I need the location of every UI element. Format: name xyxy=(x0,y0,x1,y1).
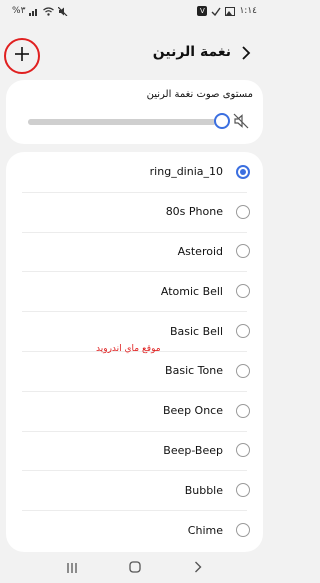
ringtone-radio[interactable] xyxy=(236,164,250,179)
recents-button[interactable] xyxy=(60,556,84,580)
home-button[interactable] xyxy=(123,556,147,580)
ringtone-radio[interactable] xyxy=(236,443,250,458)
ringtone-item[interactable]: ring_dinia_10 xyxy=(6,152,263,192)
volume-mute-icon[interactable] xyxy=(233,113,249,129)
ringtone-label: Atomic Bell xyxy=(160,284,223,298)
volume-slider-fill xyxy=(28,119,216,125)
box-v-icon: V xyxy=(197,6,208,16)
ringtone-item[interactable]: Basic Tone xyxy=(6,350,263,391)
ringtone-item[interactable]: Chime xyxy=(6,510,263,550)
ringtone-radio[interactable] xyxy=(236,324,250,339)
ringtone-item[interactable]: Bubble xyxy=(6,470,263,510)
chevron-right-icon xyxy=(241,45,251,65)
image-icon xyxy=(225,6,236,16)
volume-slider[interactable] xyxy=(28,119,216,125)
ringtone-item[interactable]: Beep Once xyxy=(6,390,263,431)
volume-card: مستوى صوت نغمة الرنين xyxy=(6,80,263,144)
nav-back-button[interactable] xyxy=(186,556,210,580)
ringtone-radio[interactable] xyxy=(236,204,250,219)
ringtone-label: Basic Bell xyxy=(169,324,223,338)
ringtone-radio[interactable] xyxy=(236,403,250,418)
ringtone-label: Chime xyxy=(187,523,223,537)
watermark-text: موقع ماي اندرويد xyxy=(96,344,161,354)
status-right: V ١:١٤ xyxy=(197,6,257,16)
plus-icon xyxy=(14,46,30,66)
ringtone-label: ring_dinia_10 xyxy=(149,165,223,179)
mute-icon xyxy=(58,6,68,16)
status-left: %٣ xyxy=(12,6,68,16)
volume-label: مستوى صوت نغمة الرنين xyxy=(146,89,253,100)
add-ringtone-button[interactable] xyxy=(4,38,40,74)
ringtone-radio[interactable] xyxy=(236,363,250,378)
check-icon xyxy=(211,7,222,16)
back-button[interactable] xyxy=(237,44,255,66)
ringtone-radio[interactable] xyxy=(236,523,250,538)
ringtone-item[interactable]: Beep-Beep xyxy=(6,430,263,471)
back-icon xyxy=(194,558,202,577)
battery-text: %٣ xyxy=(12,6,26,16)
wifi-icon xyxy=(43,6,55,16)
navigation-bar xyxy=(0,552,269,583)
ringtone-label: Bubble xyxy=(184,483,223,497)
page-title: نغمة الرنين xyxy=(152,44,231,60)
ringtone-label: Beep-Beep xyxy=(163,443,223,457)
ringtone-item[interactable]: Atomic Bell xyxy=(6,271,263,311)
ringtone-label: 80s Phone xyxy=(165,205,223,219)
signal-icon xyxy=(29,7,39,16)
volume-slider-thumb[interactable] xyxy=(214,113,230,129)
header: نغمة الرنين xyxy=(0,30,269,78)
status-time: ١:١٤ xyxy=(239,6,257,16)
home-icon xyxy=(128,558,141,577)
status-bar: %٣ V ١:١٤ xyxy=(0,0,269,22)
ringtone-settings-screen: %٣ V ١:١٤ نغمة الرنين مستوى صوت نغمة الر… xyxy=(0,0,269,583)
ringtone-radio[interactable] xyxy=(236,244,250,259)
recents-icon xyxy=(66,558,78,577)
ringtone-radio[interactable] xyxy=(236,483,250,498)
ringtone-item[interactable]: Asteroid xyxy=(6,231,263,272)
ringtone-radio[interactable] xyxy=(236,284,250,299)
ringtone-label: Beep Once xyxy=(162,404,223,418)
ringtone-label: Basic Tone xyxy=(165,364,223,378)
ringtone-label: Asteroid xyxy=(177,244,223,258)
ringtone-item[interactable]: 80s Phone xyxy=(6,191,263,232)
